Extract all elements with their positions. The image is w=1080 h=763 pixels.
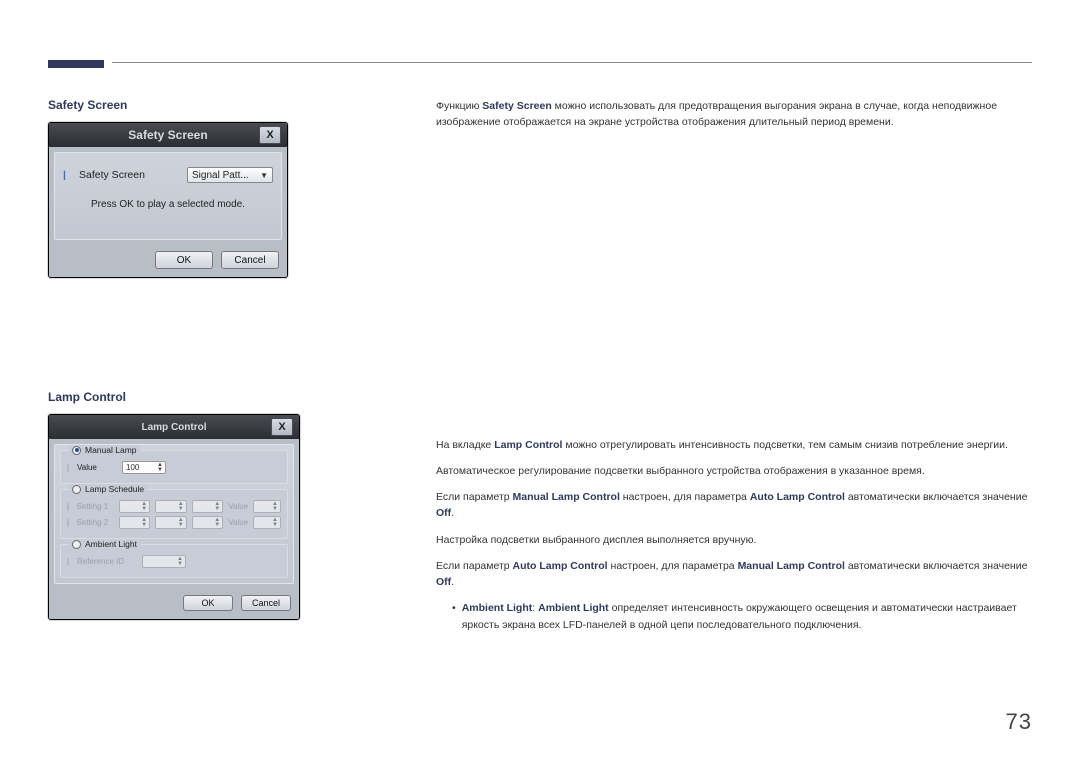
section2-p5: Если параметр Auto Lamp Control настроен… bbox=[436, 558, 1032, 591]
row-marker-icon: | bbox=[67, 518, 72, 527]
time-spinner[interactable]: ▲▼ bbox=[155, 500, 187, 513]
chevron-down-icon: ▼ bbox=[260, 171, 268, 180]
section2-p4: Настройка подсветки выбранного дисплея в… bbox=[436, 532, 1032, 548]
cancel-button[interactable]: Cancel bbox=[221, 251, 279, 269]
term-manual-lamp: Manual Lamp Control bbox=[738, 560, 845, 572]
ok-button[interactable]: OK bbox=[183, 595, 233, 611]
section2-p1: На вкладке Lamp Control можно отрегулиро… bbox=[436, 437, 1032, 453]
group-title-text: Lamp Schedule bbox=[85, 484, 144, 494]
section1-heading: Safety Screen bbox=[48, 98, 408, 112]
section1-para: Функцию Safety Screen можно использовать… bbox=[436, 98, 1032, 131]
lamp-schedule-group: Lamp Schedule | Setting 1 ▲▼ ▲▼ ▲▼ Value… bbox=[60, 489, 288, 539]
term-safety-screen: Safety Screen bbox=[482, 100, 551, 112]
manual-lamp-group: Manual Lamp | Value 100 ▲▼ bbox=[60, 450, 288, 484]
section2-heading: Lamp Control bbox=[48, 390, 408, 404]
close-button[interactable]: X bbox=[259, 126, 281, 144]
value-spinner[interactable]: 100 ▲▼ bbox=[122, 461, 166, 474]
section2-p2: Автоматическое регулирование подсветки в… bbox=[436, 463, 1032, 479]
dialog-title: Lamp Control bbox=[77, 422, 271, 433]
group-title-text: Manual Lamp bbox=[85, 445, 137, 455]
spinner-value: 100 bbox=[123, 463, 155, 472]
lamp-control-dialog: Lamp Control X Manual Lamp | Value bbox=[48, 414, 300, 620]
row-marker-icon: | bbox=[67, 557, 72, 566]
term-manual-lamp: Manual Lamp Control bbox=[513, 491, 620, 503]
term-off: Off bbox=[436, 507, 451, 519]
group-title-text: Ambient Light bbox=[85, 539, 137, 549]
header-accent bbox=[48, 60, 104, 68]
field-label: Safety Screen bbox=[79, 169, 145, 181]
term-lamp-control: Lamp Control bbox=[494, 439, 562, 451]
time-spinner[interactable]: ▲▼ bbox=[119, 500, 151, 513]
time-spinner[interactable]: ▲▼ bbox=[192, 500, 224, 513]
reference-id-label: Reference ID bbox=[77, 557, 137, 566]
dialog-title: Safety Screen bbox=[77, 128, 259, 142]
manual-lamp-radio[interactable] bbox=[72, 446, 81, 455]
section2-p3: Если параметр Manual Lamp Control настро… bbox=[436, 489, 1032, 522]
dialog-titlebar: Lamp Control X bbox=[49, 415, 299, 439]
term-auto-lamp: Auto Lamp Control bbox=[750, 491, 845, 503]
term-off: Off bbox=[436, 576, 451, 588]
close-button[interactable]: X bbox=[271, 418, 293, 436]
value-label: Value bbox=[228, 518, 248, 527]
reference-id-spinner[interactable]: ▲▼ bbox=[142, 555, 186, 568]
setting2-label: Setting 2 bbox=[77, 518, 114, 527]
section2-bullet: Ambient Light: Ambient Light определяет … bbox=[436, 600, 1032, 633]
ambient-light-group: Ambient Light | Reference ID ▲▼ bbox=[60, 544, 288, 578]
row-marker-icon: | bbox=[67, 463, 72, 472]
value-label: Value bbox=[77, 463, 117, 472]
term-ambient-light: Ambient Light bbox=[462, 602, 533, 614]
time-spinner[interactable]: ▲▼ bbox=[119, 516, 151, 529]
row-marker-icon: | bbox=[63, 169, 71, 181]
term-auto-lamp: Auto Lamp Control bbox=[513, 560, 608, 572]
dialog-titlebar: Safety Screen X bbox=[49, 123, 287, 147]
dialog-hint: Press OK to play a selected mode. bbox=[63, 199, 273, 210]
ambient-light-radio[interactable] bbox=[72, 540, 81, 549]
cancel-button[interactable]: Cancel bbox=[241, 595, 291, 611]
signal-pattern-dropdown[interactable]: Signal Patt... ▼ bbox=[187, 167, 273, 183]
ok-button[interactable]: OK bbox=[155, 251, 213, 269]
setting1-label: Setting 1 bbox=[77, 502, 114, 511]
page-number: 73 bbox=[1006, 709, 1032, 735]
header-rule bbox=[112, 62, 1032, 63]
value-spinner[interactable]: ▲▼ bbox=[253, 516, 281, 529]
safety-screen-dialog: Safety Screen X | Safety Screen Signal P… bbox=[48, 122, 288, 278]
lamp-schedule-radio[interactable] bbox=[72, 485, 81, 494]
value-spinner[interactable]: ▲▼ bbox=[253, 500, 281, 513]
dropdown-value: Signal Patt... bbox=[192, 170, 249, 181]
term-ambient-light: Ambient Light bbox=[538, 602, 609, 614]
time-spinner[interactable]: ▲▼ bbox=[155, 516, 187, 529]
row-marker-icon: | bbox=[67, 502, 72, 511]
value-label: Value bbox=[228, 502, 248, 511]
time-spinner[interactable]: ▲▼ bbox=[192, 516, 224, 529]
